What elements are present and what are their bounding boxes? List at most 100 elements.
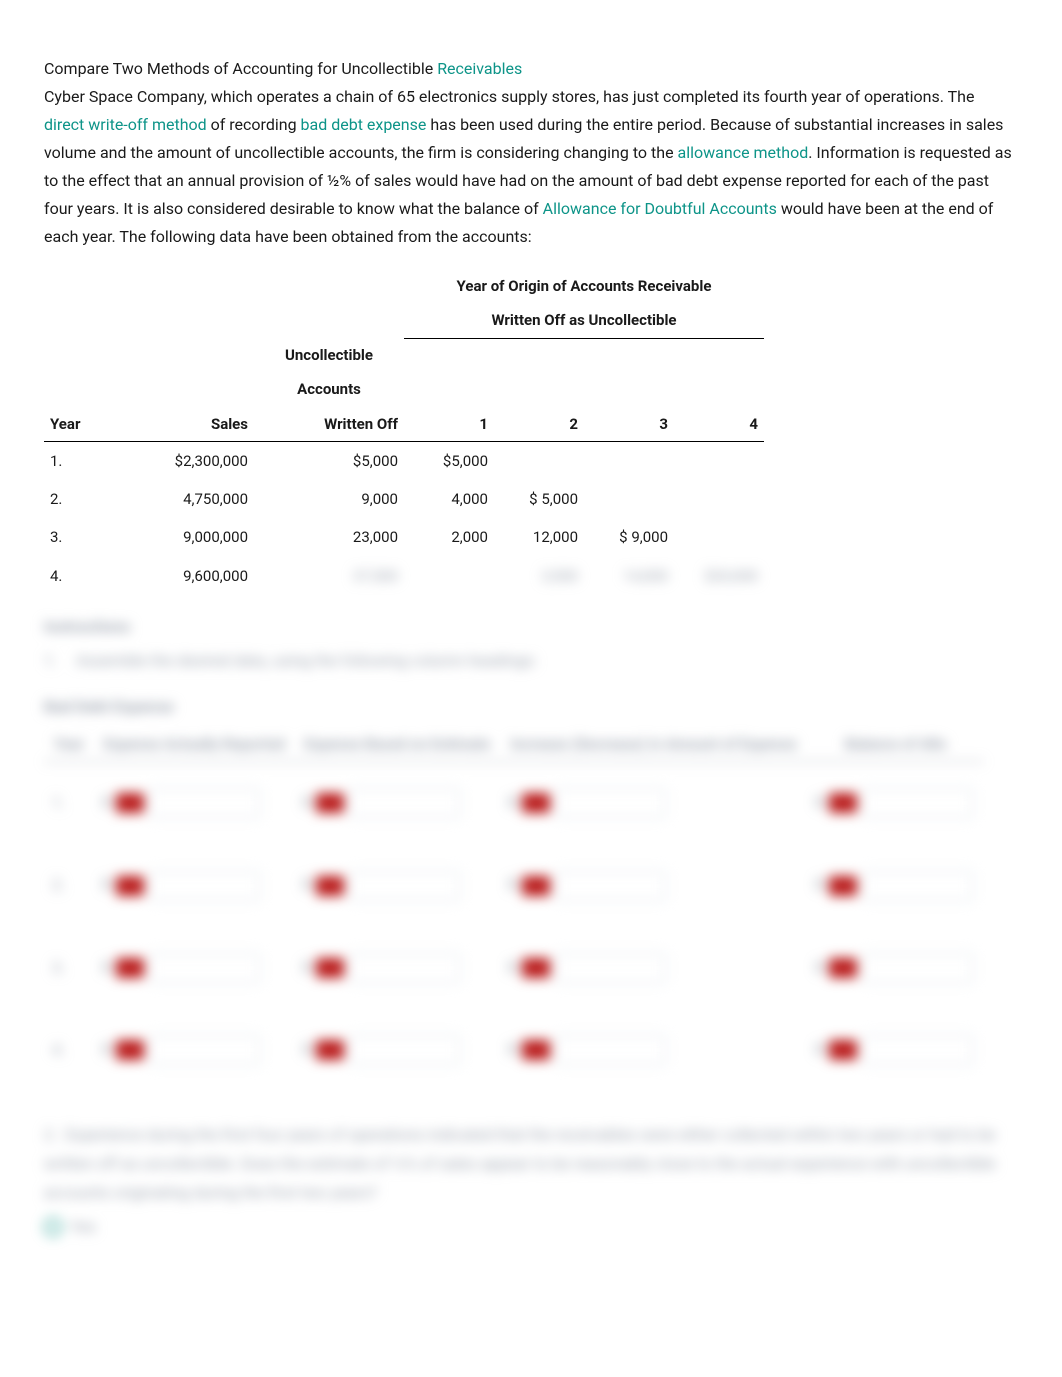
ans-year-cell: 3. xyxy=(44,927,94,1009)
bad-debt-heading: Bad Debt Expense xyxy=(44,693,1018,721)
ans-input-cell: $ xyxy=(94,762,295,845)
link-bad-debt-expense[interactable]: bad debt expense xyxy=(301,115,427,134)
answer-input[interactable] xyxy=(863,953,973,983)
table-cell: 3,500 xyxy=(494,557,584,595)
table-cell: 4,750,000 xyxy=(104,480,254,518)
table-row: 2.$$$$ xyxy=(44,844,984,926)
flag-icon xyxy=(316,1040,344,1060)
problem-intro: Compare Two Methods of Accounting for Un… xyxy=(44,55,1018,251)
question-2-text: Experience during the first four years o… xyxy=(44,1125,996,1202)
flag-icon xyxy=(316,793,344,813)
col-uncollectible-c: Written Off xyxy=(254,407,404,442)
ans-input-cell: $ xyxy=(295,844,500,926)
ans-input-cell: $ xyxy=(807,844,984,926)
table-row: 2.4,750,0009,0004,000$ 5,000 xyxy=(44,480,764,518)
question-2-num: 2. xyxy=(44,1125,57,1144)
locked-content: Instructions 1. Assemble the desired dat… xyxy=(44,613,1018,1242)
dollar-sign: $ xyxy=(508,1038,516,1063)
dollar-sign: $ xyxy=(303,956,311,981)
ans-col-year: Year xyxy=(44,727,94,762)
ans-input-cell: $ xyxy=(295,762,500,845)
ans-input-cell: $ xyxy=(807,762,984,845)
dollar-sign: $ xyxy=(508,791,516,816)
flag-icon xyxy=(316,876,344,896)
body-span-1: Cyber Space Company, which operates a ch… xyxy=(44,87,974,106)
link-receivables[interactable]: Receivables xyxy=(437,59,522,78)
answer-input[interactable] xyxy=(350,871,460,901)
dollar-sign: $ xyxy=(815,956,823,981)
answer-input[interactable] xyxy=(863,871,973,901)
radio-icon xyxy=(44,1218,62,1236)
answer-input[interactable] xyxy=(150,871,260,901)
flag-icon xyxy=(522,1040,550,1060)
table-row: 3.9,000,00023,0002,00012,000$ 9,000 xyxy=(44,518,764,556)
instructions-heading: Instructions xyxy=(44,613,1018,641)
col-y4: 4 xyxy=(674,407,764,442)
dollar-sign: $ xyxy=(303,1038,311,1063)
data-table: Year of Origin of Accounts Receivable Wr… xyxy=(44,269,764,595)
answer-input[interactable] xyxy=(350,1035,460,1065)
table-cell: $2,300,000 xyxy=(104,441,254,480)
table-cell: 9,000,000 xyxy=(104,518,254,556)
answer-input[interactable] xyxy=(150,1035,260,1065)
table-cell: 14,000 xyxy=(584,557,674,595)
dollar-sign: $ xyxy=(303,791,311,816)
flag-icon xyxy=(522,793,550,813)
answer-input[interactable] xyxy=(556,953,666,983)
ans-input-cell: $ xyxy=(807,1009,984,1091)
flag-icon xyxy=(829,1040,857,1060)
ans-col-balance: Balance of Allo xyxy=(807,727,984,762)
ans-year-cell: 4. xyxy=(44,1009,94,1091)
table-row: 4. $ $ $ $ xyxy=(44,1009,984,1091)
flag-icon xyxy=(116,876,144,896)
flag-icon xyxy=(316,958,344,978)
answer-input[interactable] xyxy=(863,1035,973,1065)
table-cell: 23,000 xyxy=(254,518,404,556)
table-cell: $20,000 xyxy=(674,557,764,595)
answer-input[interactable] xyxy=(350,953,460,983)
table-cell: 2. xyxy=(44,480,104,518)
table-cell: 37,500 xyxy=(254,557,404,595)
ans-input-cell: $ xyxy=(94,844,295,926)
dollar-sign: $ xyxy=(815,791,823,816)
table-cell: 2,000 xyxy=(404,518,494,556)
flag-icon xyxy=(829,876,857,896)
answer-input[interactable] xyxy=(150,788,260,818)
spanner-origin-2: Written Off as Uncollectible xyxy=(404,303,764,338)
ans-col-estimate: Expense Based on Estimate xyxy=(295,727,500,762)
table-cell xyxy=(584,441,674,480)
link-direct-write-off[interactable]: direct write-off method xyxy=(44,115,207,134)
answer-input[interactable] xyxy=(350,788,460,818)
dollar-sign: $ xyxy=(303,873,311,898)
answer-input[interactable] xyxy=(556,871,666,901)
col-uncollectible-b: Accounts xyxy=(254,372,404,406)
ans-col-actual: Expense Actually Reported xyxy=(94,727,295,762)
table-cell: 9,000 xyxy=(254,480,404,518)
flag-icon xyxy=(829,958,857,978)
flag-icon xyxy=(116,793,144,813)
flag-icon xyxy=(116,1040,144,1060)
dollar-sign: $ xyxy=(102,1038,110,1063)
dollar-sign: $ xyxy=(102,873,110,898)
answer-input[interactable] xyxy=(863,788,973,818)
ans-input-cell: $ xyxy=(295,927,500,1009)
answer-input[interactable] xyxy=(150,953,260,983)
table-cell xyxy=(404,557,494,595)
dollar-sign: $ xyxy=(508,956,516,981)
question-2-option[interactable]: Yes xyxy=(44,1213,1018,1241)
link-allowance-method[interactable]: allowance method xyxy=(678,143,809,162)
answer-input[interactable] xyxy=(556,788,666,818)
body-span-2: of recording xyxy=(207,115,301,134)
dollar-sign: $ xyxy=(102,956,110,981)
dollar-sign: $ xyxy=(815,1038,823,1063)
table-cell: 4. xyxy=(44,557,104,595)
question-2-option-label: Yes xyxy=(70,1213,96,1241)
link-allowance-doubtful-accounts[interactable]: Allowance for Doubtful Accounts xyxy=(543,199,777,218)
ans-input-cell: $ xyxy=(94,927,295,1009)
col-sales: Sales xyxy=(104,407,254,442)
col-year: Year xyxy=(44,407,104,442)
answer-table: Year Expense Actually Reported Expense B… xyxy=(44,727,984,1091)
dollar-sign: $ xyxy=(815,873,823,898)
answer-input[interactable] xyxy=(556,1035,666,1065)
col-y1: 1 xyxy=(404,407,494,442)
